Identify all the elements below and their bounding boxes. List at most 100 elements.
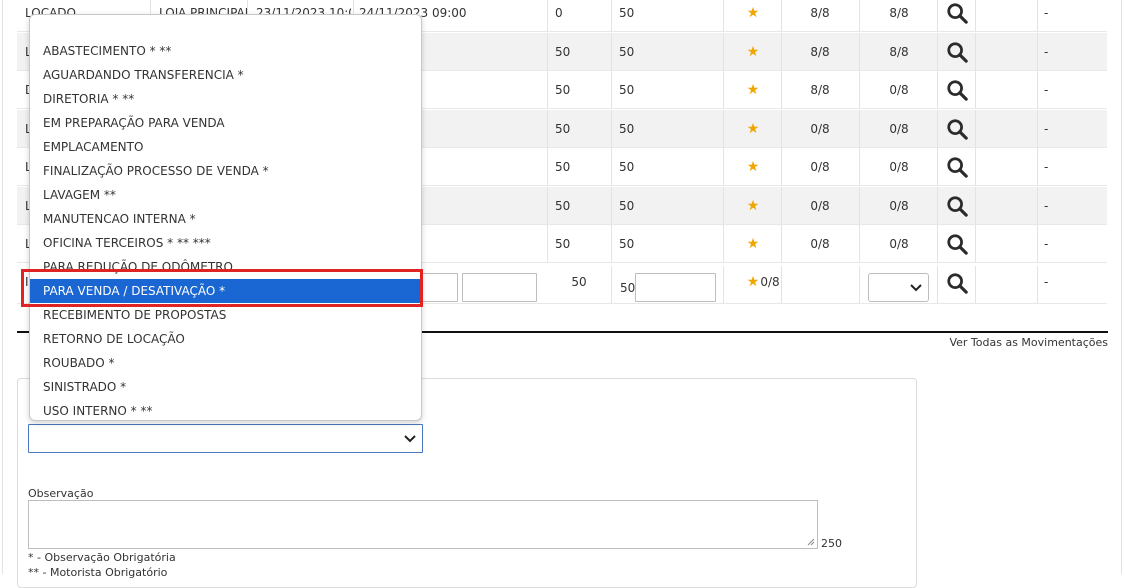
column-separator <box>611 110 612 147</box>
details-cell[interactable] <box>942 33 972 70</box>
cell-km-retorno: 50 <box>619 159 635 174</box>
chevron-down-icon <box>910 283 922 291</box>
fuel-return-select[interactable] <box>868 273 929 302</box>
search-icon[interactable] <box>946 156 968 178</box>
column-separator <box>781 110 782 147</box>
column-separator <box>975 148 976 185</box>
cell-km-retorno: 50 <box>619 198 635 213</box>
star-icon: ★ <box>746 4 760 21</box>
dropdown-option[interactable]: FINALIZAÇÃO PROCESSO DE VENDA * <box>30 159 421 183</box>
star-icon: ★ <box>746 274 760 290</box>
search-icon[interactable] <box>946 195 968 217</box>
column-separator <box>723 110 724 147</box>
column-separator <box>975 266 976 303</box>
column-separator <box>859 187 860 224</box>
star-icon: ★ <box>746 43 760 60</box>
char-counter: 250 <box>821 537 842 550</box>
dropdown-option[interactable]: MANUTENCAO INTERNA * <box>30 207 421 231</box>
observation-label: Observação <box>28 487 94 500</box>
column-separator <box>975 187 976 224</box>
edit-row-obs: - <box>1044 275 1049 289</box>
column-separator <box>937 71 938 108</box>
column-separator <box>781 225 782 262</box>
details-cell[interactable] <box>942 0 972 31</box>
column-separator <box>975 110 976 147</box>
cell-obs: - <box>1044 121 1049 136</box>
column-separator <box>723 71 724 108</box>
cell-obs: - <box>1044 44 1049 59</box>
column-separator <box>1037 71 1038 108</box>
cell-km-saida: 50 <box>555 159 571 174</box>
column-separator <box>611 187 612 224</box>
details-cell[interactable] <box>942 148 972 185</box>
search-icon[interactable] <box>946 233 968 255</box>
edit-row-km-saida: 50 <box>571 275 587 289</box>
column-separator <box>975 33 976 70</box>
rating-cell: ★ <box>725 225 781 262</box>
column-separator <box>1037 187 1038 224</box>
column-separator <box>781 0 782 31</box>
column-separator <box>937 266 938 303</box>
column-separator <box>547 71 548 108</box>
column-separator <box>1037 148 1038 185</box>
cell-km-retorno: 50 <box>619 44 635 59</box>
dropdown-option[interactable]: RETORNO DE LOCAÇÃO <box>30 327 421 351</box>
column-separator <box>547 225 548 262</box>
details-cell[interactable] <box>942 266 972 303</box>
dropdown-option[interactable]: ABASTECIMENTO * ** <box>30 39 421 63</box>
search-icon[interactable] <box>946 272 968 294</box>
column-separator <box>1037 0 1038 31</box>
column-separator <box>1037 33 1038 70</box>
dropdown-option[interactable]: AGUARDANDO TRANSFERENCIA * <box>30 63 421 87</box>
see-all-movements-link[interactable]: Ver Todas as Movimentações <box>949 336 1108 349</box>
cell-comb-saida: 0/8 <box>810 159 830 174</box>
search-icon[interactable] <box>946 2 968 24</box>
column-separator <box>937 225 938 262</box>
dropdown-option[interactable]: OFICINA TERCEIROS * ** *** <box>30 231 421 255</box>
search-icon[interactable] <box>946 79 968 101</box>
status-select[interactable] <box>28 424 423 453</box>
search-icon[interactable] <box>946 41 968 63</box>
column-separator <box>937 0 938 31</box>
rating-cell: ★ <box>725 33 781 70</box>
rating-cell: ★ <box>725 148 781 185</box>
column-separator <box>723 225 724 262</box>
details-cell[interactable] <box>942 187 972 224</box>
column-separator <box>781 71 782 108</box>
column-separator <box>937 110 938 147</box>
search-icon[interactable] <box>946 118 968 140</box>
column-separator <box>611 33 612 70</box>
cell-obs: - <box>1044 198 1049 213</box>
resize-handle-icon[interactable] <box>807 538 815 546</box>
cell-km-retorno: 50 <box>619 121 635 136</box>
cell-km-saida: 50 <box>555 82 571 97</box>
cell-km-saida: 50 <box>555 44 571 59</box>
cell-km-retorno: 50 <box>619 82 635 97</box>
dropdown-option[interactable]: EM PREPARAÇÃO PARA VENDA <box>30 111 421 135</box>
cell-comb-saida: 0/8 <box>810 121 830 136</box>
column-separator <box>1037 110 1038 147</box>
column-separator <box>723 187 724 224</box>
column-separator <box>859 110 860 147</box>
details-cell[interactable] <box>942 110 972 147</box>
star-icon: ★ <box>746 81 760 98</box>
rating-cell: ★ <box>725 110 781 147</box>
column-separator <box>1037 266 1038 303</box>
dropdown-option[interactable]: USO INTERNO * ** <box>30 399 421 420</box>
details-cell[interactable] <box>942 225 972 262</box>
km-retorno-input[interactable] <box>635 273 716 302</box>
column-separator <box>547 187 548 224</box>
column-separator <box>859 148 860 185</box>
observation-textarea[interactable] <box>28 500 818 549</box>
dropdown-option[interactable]: LAVAGEM ** <box>30 183 421 207</box>
dropdown-option[interactable]: DIRETORIA * ** <box>30 87 421 111</box>
details-cell[interactable] <box>942 71 972 108</box>
dropdown-option[interactable]: ROUBADO * <box>30 351 421 375</box>
column-separator <box>611 0 612 31</box>
edit-row-km-retorno-label: 50 <box>620 281 636 295</box>
cell-km-retorno: 50 <box>619 236 635 251</box>
dropdown-option[interactable]: EMPLACAMENTO <box>30 135 421 159</box>
rating-cell: ★ <box>725 71 781 108</box>
return-time-input[interactable] <box>462 273 537 302</box>
dropdown-option[interactable]: SINISTRADO * <box>30 375 421 399</box>
